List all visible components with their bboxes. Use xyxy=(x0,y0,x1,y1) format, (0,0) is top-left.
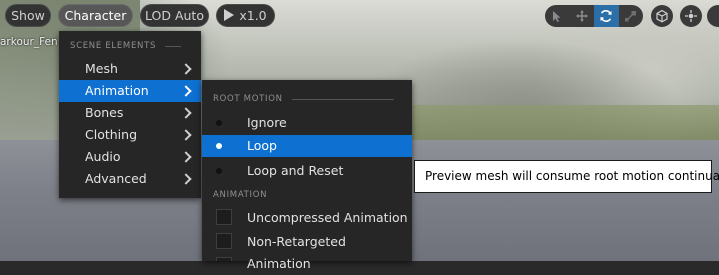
scale-icon xyxy=(625,10,637,22)
character-button[interactable]: Character xyxy=(58,4,133,27)
menu-item-label: Mesh xyxy=(85,61,118,76)
menu-item-label: Clothing xyxy=(85,127,138,142)
menu-item-label: Advanced xyxy=(85,171,147,186)
radio-dot-icon xyxy=(216,120,222,126)
character-menu: SCENE ELEMENTS Mesh Animation Bones Clot… xyxy=(59,31,201,198)
section-header-label: ROOT MOTION xyxy=(213,94,283,104)
transform-tools xyxy=(545,5,643,27)
chevron-right-icon xyxy=(180,107,192,119)
option-label: Ignore xyxy=(247,115,287,130)
asset-name-label: arkour_Fen xyxy=(0,36,58,48)
menu-item-audio[interactable]: Audio xyxy=(59,146,201,168)
show-button[interactable]: Show xyxy=(5,4,51,27)
menu-item-label: Audio xyxy=(85,149,121,164)
menu-item-label: Animation xyxy=(85,83,149,98)
animation-submenu: ROOT MOTION Ignore Loop Loop and Reset A… xyxy=(202,80,412,271)
radio-dot-icon xyxy=(216,143,222,149)
menu-item-animation[interactable]: Animation xyxy=(59,80,201,102)
option-label: Uncompressed Animation xyxy=(247,210,408,225)
select-tool-button[interactable] xyxy=(545,5,570,27)
playback-speed-button[interactable]: x1.0 xyxy=(216,4,275,27)
section-header-scene-elements: SCENE ELEMENTS xyxy=(70,41,182,51)
surface-snap-icon xyxy=(685,10,697,22)
menu-item-label: Bones xyxy=(85,105,124,120)
section-header-label: SCENE ELEMENTS xyxy=(70,41,157,51)
option-label: Non-Retargeted Animation xyxy=(247,234,346,271)
partially-visible-option[interactable] xyxy=(202,255,412,261)
option-label: Loop and Reset xyxy=(247,163,344,178)
chevron-right-icon xyxy=(180,85,192,97)
section-header-root-motion: ROOT MOTION xyxy=(213,94,394,104)
root-motion-option-loop-and-reset[interactable]: Loop and Reset xyxy=(202,160,412,182)
section-header-label: ANIMATION xyxy=(213,190,268,200)
root-motion-option-ignore[interactable]: Ignore xyxy=(202,112,412,134)
non-retargeted-animation-option[interactable]: Non-Retargeted Animation xyxy=(202,231,412,271)
menu-item-mesh[interactable]: Mesh xyxy=(59,58,201,80)
checkbox[interactable] xyxy=(216,233,232,249)
lod-button[interactable]: LOD Auto xyxy=(140,4,209,27)
viewport-grass xyxy=(400,105,719,140)
chevron-right-icon xyxy=(180,173,192,185)
surface-snap-button[interactable] xyxy=(680,5,702,27)
play-icon xyxy=(224,9,235,21)
uncompressed-animation-option[interactable]: Uncompressed Animation xyxy=(202,207,412,229)
checkbox[interactable] xyxy=(216,257,232,261)
move-tool-button[interactable] xyxy=(570,5,595,27)
option-label: Loop xyxy=(247,138,277,153)
chevron-right-icon xyxy=(180,63,192,75)
menu-item-clothing[interactable]: Clothing xyxy=(59,124,201,146)
world-space-button[interactable] xyxy=(651,5,673,27)
scale-tool-button[interactable] xyxy=(619,5,644,27)
root-motion-option-loop[interactable]: Loop xyxy=(202,135,412,157)
move-icon xyxy=(575,10,588,22)
rotate-tool-button[interactable] xyxy=(594,5,619,27)
menu-item-advanced[interactable]: Advanced xyxy=(59,168,201,190)
section-divider xyxy=(291,98,394,100)
radio-dot-icon xyxy=(216,168,222,174)
chevron-right-icon xyxy=(180,151,192,163)
tooltip: Preview mesh will consume root motion co… xyxy=(414,160,719,193)
select-arrow-icon xyxy=(553,10,561,22)
playback-speed-label: x1.0 xyxy=(239,8,267,23)
checkbox[interactable] xyxy=(216,209,232,225)
world-space-icon xyxy=(656,9,668,23)
menu-item-bones[interactable]: Bones xyxy=(59,102,201,124)
section-header-animation: ANIMATION xyxy=(213,190,276,200)
section-divider xyxy=(165,45,182,47)
rotate-icon xyxy=(600,10,612,22)
chevron-right-icon xyxy=(180,129,192,141)
